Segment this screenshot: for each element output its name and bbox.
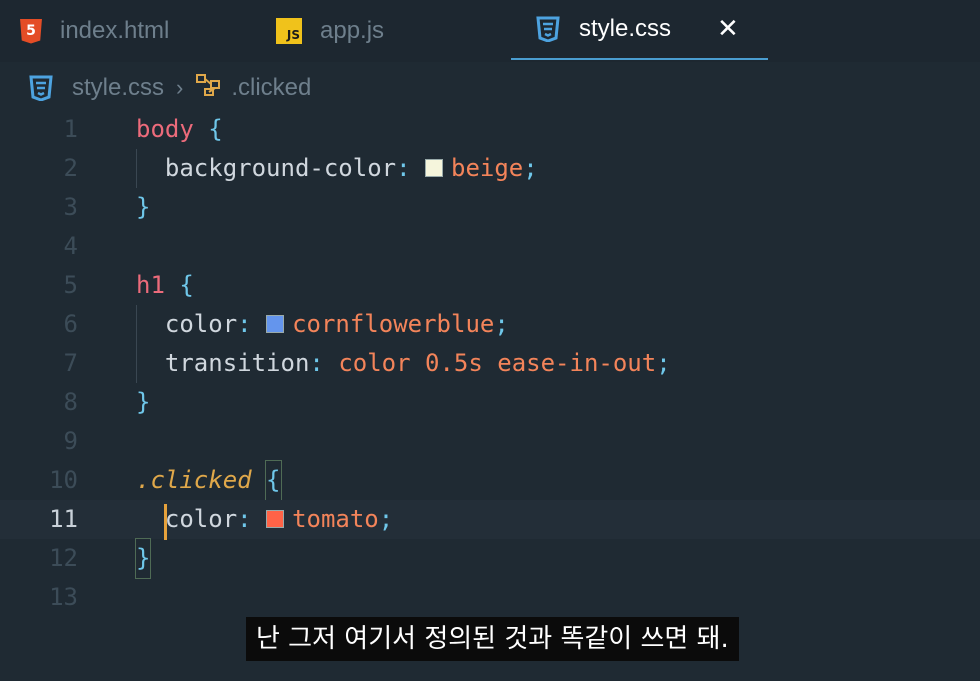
brace: } — [136, 193, 151, 221]
breadcrumb-file[interactable]: style.css — [72, 74, 164, 102]
value: tomato — [292, 505, 379, 533]
line-number: 4 — [63, 232, 78, 260]
line-number: 9 — [63, 427, 78, 455]
line-number: 11 — [49, 505, 78, 533]
semicolon: ; — [523, 154, 538, 182]
colon: : — [396, 154, 411, 182]
tab-style-css[interactable]: style.css ✕ — [511, 0, 768, 60]
tab-label: style.css — [579, 15, 672, 42]
tab-label: index.html — [60, 17, 170, 44]
class-selector: .clicked — [136, 466, 252, 494]
code-line-current: 11 color: tomato; — [0, 500, 980, 539]
code-editor[interactable]: 1 body { 2 background-color: beige; 3 } … — [0, 110, 980, 611]
code-line: 7 transition: color 0.5s ease-in-out; — [0, 344, 980, 383]
brace: { — [208, 115, 223, 143]
property: color — [164, 505, 238, 533]
text-cursor — [164, 504, 167, 540]
property: transition — [164, 349, 310, 377]
code-line: 5 h1 { — [0, 266, 980, 305]
breadcrumb-symbol[interactable]: .clicked — [231, 74, 311, 102]
css3-icon — [28, 75, 54, 101]
colon: : — [237, 505, 252, 533]
code-line: 3 } — [0, 188, 980, 227]
line-number: 7 — [63, 349, 78, 377]
line-number: 8 — [63, 388, 78, 416]
brace: { — [265, 460, 282, 501]
tab-label: app.js — [320, 17, 385, 44]
code-line: 9 — [0, 422, 980, 461]
value: color 0.5s ease-in-out — [338, 349, 657, 377]
line-number: 12 — [49, 544, 78, 572]
code-line: 10 .clicked { — [0, 460, 980, 501]
line-number: 13 — [49, 583, 78, 611]
code-line: 12 } — [0, 538, 980, 579]
color-swatch[interactable] — [266, 315, 285, 333]
selector: body — [136, 115, 194, 143]
semicolon: ; — [378, 505, 394, 533]
semicolon: ; — [494, 310, 509, 338]
line-number: 5 — [63, 271, 78, 299]
code-line: 4 — [0, 227, 980, 266]
value: beige — [451, 154, 524, 182]
color-swatch[interactable] — [266, 510, 285, 528]
property: background-color — [164, 154, 397, 182]
video-subtitle: 난 그저 여기서 정의된 것과 똑같이 쓰면 돼. — [246, 617, 739, 661]
code-line: 2 background-color: beige; — [0, 149, 980, 188]
js-icon: JS — [276, 18, 302, 44]
selector: h1 — [136, 271, 165, 299]
value: cornflowerblue — [292, 310, 495, 338]
colon: : — [309, 349, 324, 377]
brace: } — [134, 538, 152, 579]
semicolon: ; — [656, 349, 671, 377]
line-number: 1 — [63, 115, 78, 143]
html5-icon: 5 — [20, 18, 42, 44]
colon: : — [237, 310, 252, 338]
line-number: 6 — [63, 310, 78, 338]
tab-app-js[interactable]: JS app.js — [276, 0, 384, 62]
code-line: 8 } — [0, 383, 980, 422]
line-number: 3 — [63, 193, 78, 221]
code-line: 1 body { — [0, 110, 980, 149]
tab-index-html[interactable]: 5 index.html — [20, 0, 169, 62]
breadcrumb: style.css › .clicked — [28, 70, 311, 106]
property: color — [164, 310, 238, 338]
brace: } — [136, 388, 151, 416]
line-number: 2 — [63, 154, 78, 182]
brace: { — [179, 271, 194, 299]
chevron-right-icon: › — [176, 75, 184, 100]
color-swatch[interactable] — [425, 159, 443, 177]
code-line: 13 — [0, 578, 980, 617]
code-line: 6 color: cornflowerblue; — [0, 305, 980, 344]
symbol-class-icon — [195, 73, 223, 103]
close-icon[interactable]: ✕ — [717, 16, 739, 42]
line-number: 10 — [49, 466, 78, 494]
tab-bar: 5 index.html JS app.js style.css ✕ — [0, 0, 980, 62]
css3-icon — [535, 16, 561, 42]
